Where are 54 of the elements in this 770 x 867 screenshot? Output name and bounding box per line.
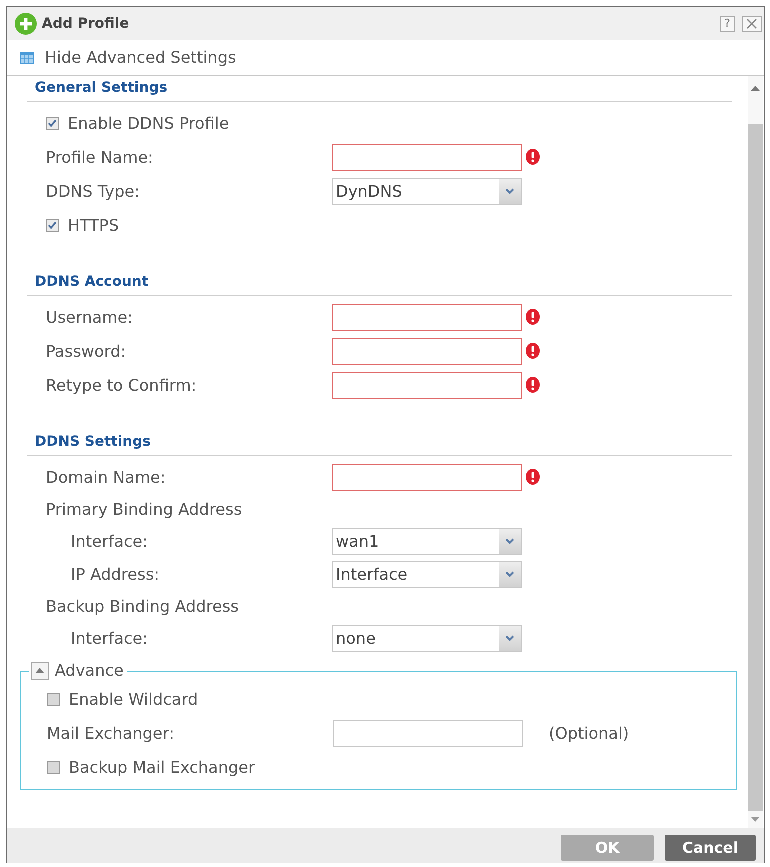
field-label: Mail Exchanger: [47, 724, 174, 742]
checkbox[interactable] [46, 218, 59, 232]
section-heading: DDNS Account [35, 274, 149, 290]
error-icon [526, 343, 540, 359]
dropdown[interactable]: Interface [332, 561, 522, 588]
plus-circle-icon [15, 12, 37, 34]
checkbox-label: HTTPS [68, 216, 120, 234]
field-label: Domain Name: [46, 468, 166, 486]
window-title: Add Profile [42, 16, 130, 32]
chevron-down-icon [499, 626, 521, 651]
checkbox-label: Enable Wildcard [69, 690, 198, 708]
input-field[interactable] [332, 144, 522, 170]
chevron-down-icon [499, 562, 521, 587]
dropdown[interactable]: wan1 [332, 528, 522, 555]
dropdown[interactable]: DynDNS [332, 178, 522, 204]
scroll-up-arrow-icon[interactable] [751, 86, 760, 90]
error-icon [526, 469, 540, 485]
input-field[interactable] [332, 304, 522, 330]
input-field[interactable] [332, 372, 522, 398]
close-icon[interactable] [742, 16, 762, 32]
field-label: Password: [46, 342, 126, 360]
advance-legend: Advance [55, 661, 124, 681]
field-label: Backup Binding Address [46, 597, 239, 616]
section-heading: General Settings [35, 80, 168, 96]
error-icon [526, 149, 540, 165]
field-label: Primary Binding Address [46, 500, 242, 519]
field-label: IP Address: [71, 565, 160, 584]
section-heading: DDNS Settings [35, 434, 151, 450]
scroll-down-arrow-icon[interactable] [751, 817, 760, 822]
field-label: Username: [46, 308, 133, 326]
field-label: Interface: [71, 629, 148, 648]
field-label: DDNS Type: [46, 182, 140, 200]
checkbox-label: Enable DDNS Profile [68, 114, 230, 132]
table-icon [20, 52, 34, 64]
input-field[interactable] [333, 720, 523, 746]
checkbox-label: Backup Mail Exchanger [69, 758, 256, 776]
cancel-button[interactable]: Cancel [665, 835, 756, 861]
chevron-down-icon [499, 178, 521, 204]
checkbox[interactable] [47, 692, 60, 706]
field-label: Interface: [71, 532, 148, 551]
input-field[interactable] [332, 338, 522, 364]
advanced-settings-toggle[interactable]: Hide Advanced Settings [45, 48, 236, 67]
collapse-icon[interactable] [31, 662, 49, 680]
error-icon [526, 377, 540, 393]
dropdown[interactable]: none [332, 625, 522, 652]
input-field[interactable] [332, 464, 522, 490]
field-label: Retype to Confirm: [46, 376, 197, 394]
error-icon [526, 309, 540, 325]
optional-note: (Optional) [549, 724, 630, 742]
chevron-down-icon [499, 529, 521, 554]
checkbox[interactable] [47, 760, 60, 774]
field-label: Profile Name: [46, 148, 154, 166]
help-button[interactable]: ? [720, 16, 735, 32]
checkbox[interactable] [46, 116, 59, 130]
